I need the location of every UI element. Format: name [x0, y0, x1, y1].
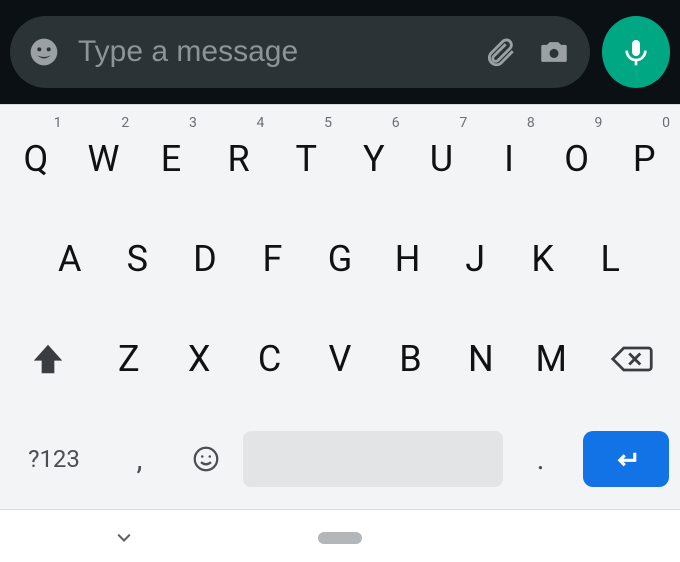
key-y[interactable]: Y6: [340, 109, 408, 209]
backspace-key[interactable]: [586, 342, 678, 376]
enter-icon: [611, 444, 641, 474]
keyboard-row-3: Z X C V B N M: [0, 309, 680, 409]
shift-icon: [29, 340, 67, 378]
key-n[interactable]: N: [446, 309, 516, 409]
enter-key[interactable]: [574, 431, 678, 487]
emoji-icon[interactable]: [28, 36, 60, 68]
key-o[interactable]: O9: [543, 109, 611, 209]
key-z[interactable]: Z: [94, 309, 164, 409]
keyboard-row-1: Q1 W2 E3 R4 T5 Y6 U7 I8 O9 P0: [0, 109, 680, 209]
key-u[interactable]: U7: [408, 109, 476, 209]
key-b[interactable]: B: [375, 309, 445, 409]
nav-back-button[interactable]: [110, 528, 138, 552]
symbols-key[interactable]: ?123: [2, 445, 106, 473]
mic-icon: [620, 36, 652, 68]
key-h[interactable]: H: [374, 209, 442, 309]
key-c[interactable]: C: [234, 309, 304, 409]
key-q[interactable]: Q1: [2, 109, 70, 209]
key-d[interactable]: D: [171, 209, 239, 309]
backspace-icon: [610, 342, 654, 376]
key-j[interactable]: J: [441, 209, 509, 309]
comma-key[interactable]: ,: [106, 442, 173, 477]
key-p[interactable]: P0: [610, 109, 678, 209]
voice-message-button[interactable]: [602, 16, 670, 88]
smile-icon: [191, 444, 221, 474]
key-f[interactable]: F: [239, 209, 307, 309]
key-l[interactable]: L: [576, 209, 644, 309]
key-e[interactable]: E3: [137, 109, 205, 209]
key-k[interactable]: K: [509, 209, 577, 309]
space-key[interactable]: [240, 431, 507, 487]
key-t[interactable]: T5: [272, 109, 340, 209]
key-r[interactable]: R4: [205, 109, 273, 209]
on-screen-keyboard: Q1 W2 E3 R4 T5 Y6 U7 I8 O9 P0 A S D F G …: [0, 104, 680, 510]
attachment-icon[interactable]: [482, 34, 518, 70]
shift-key[interactable]: [2, 340, 94, 378]
key-i[interactable]: I8: [475, 109, 543, 209]
nav-home-pill[interactable]: [318, 532, 362, 544]
message-input-bar: [0, 0, 680, 104]
key-a[interactable]: A: [36, 209, 104, 309]
key-x[interactable]: X: [164, 309, 234, 409]
period-key[interactable]: .: [507, 442, 574, 477]
system-nav-bar: [0, 510, 680, 562]
key-g[interactable]: G: [306, 209, 374, 309]
key-w[interactable]: W2: [70, 109, 138, 209]
key-m[interactable]: M: [516, 309, 586, 409]
key-s[interactable]: S: [104, 209, 172, 309]
chevron-down-icon: [110, 528, 138, 548]
message-input-pill: [10, 16, 590, 88]
key-v[interactable]: V: [305, 309, 375, 409]
message-input[interactable]: [78, 35, 464, 69]
keyboard-row-4: ?123 , .: [0, 409, 680, 509]
keyboard-row-2: A S D F G H J K L: [0, 209, 680, 309]
keyboard-emoji-key[interactable]: [173, 444, 240, 474]
camera-icon[interactable]: [536, 34, 572, 70]
